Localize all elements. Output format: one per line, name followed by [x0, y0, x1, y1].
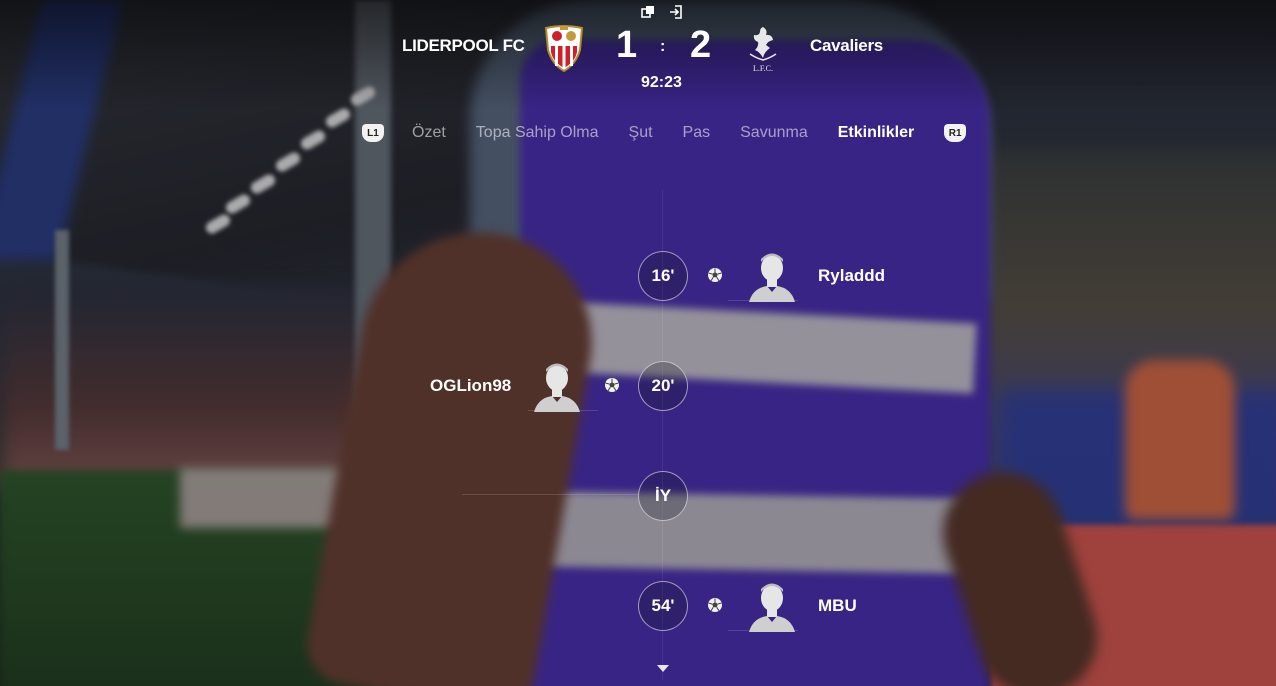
player-name: OGLion98 [430, 376, 512, 395]
liverpool-crest-icon: L.F.C. [746, 24, 780, 79]
player-avatar-icon [534, 363, 580, 412]
tab-shots[interactable]: Şut [629, 124, 653, 142]
r1-button[interactable]: R1 [944, 124, 967, 142]
match-clock: 92:23 [641, 74, 682, 91]
event-minute: 16' [638, 251, 688, 301]
l1-button[interactable]: L1 [362, 124, 384, 142]
half-time-marker: İY [638, 471, 688, 521]
away-score: 2 [690, 24, 712, 66]
away-team-name: Cavaliers [810, 36, 883, 55]
tab-passes[interactable]: Pas [683, 124, 711, 142]
sevilla-crest-icon [543, 24, 585, 77]
player-name: MBU [818, 596, 857, 615]
tab-events[interactable]: Etkinlikler [838, 124, 914, 142]
top-icons [638, 2, 686, 22]
player-avatar-icon [749, 253, 795, 302]
stadium-background [0, 0, 1276, 686]
tab-ozet[interactable]: Özet [412, 124, 446, 142]
divider [462, 494, 638, 495]
exit-icon[interactable] [666, 2, 686, 22]
player-name: Ryladdd [818, 266, 886, 285]
soccer-ball-icon [708, 598, 722, 612]
tab-possession[interactable]: Topa Sahip Olma [476, 124, 599, 142]
chevron-down-icon[interactable] [656, 664, 670, 673]
home-team-name: LIDERPOOL FC [402, 36, 525, 55]
event-minute: 20' [638, 361, 688, 411]
score-separator: : [660, 38, 666, 55]
home-score: 1 [616, 24, 638, 66]
stats-tabs: L1 Özet Topa Sahip Olma Şut Pas Savunma … [362, 124, 967, 142]
event-minute: 54' [638, 581, 688, 631]
soccer-ball-icon [605, 378, 619, 392]
player-avatar-icon [749, 583, 795, 632]
window-switch-icon[interactable] [638, 2, 658, 22]
tab-defense[interactable]: Savunma [740, 124, 808, 142]
soccer-ball-icon [708, 268, 722, 282]
crest-text: L.F.C. [753, 64, 773, 73]
